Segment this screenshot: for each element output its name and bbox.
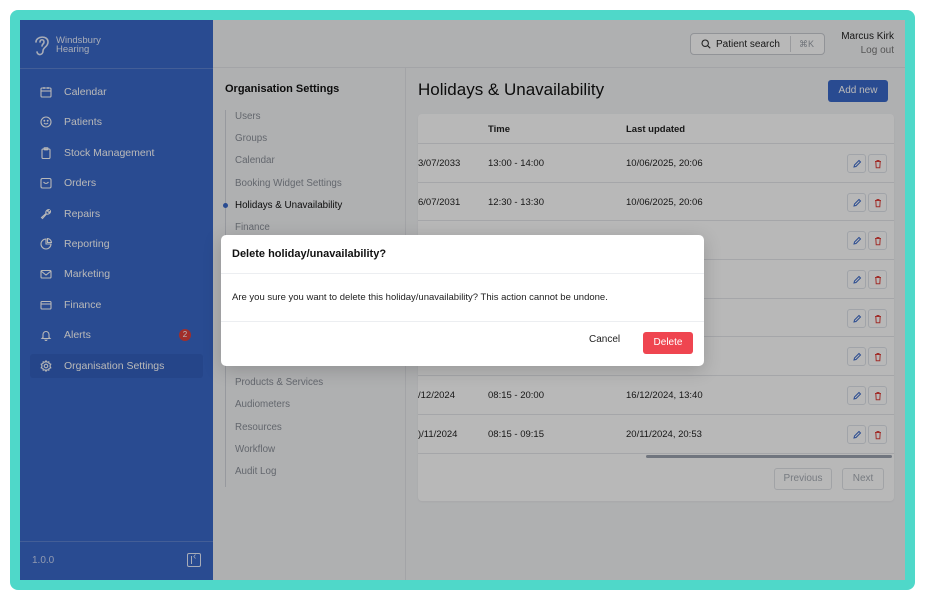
dialog-title: Delete holiday/unavailability? [232, 248, 387, 260]
dialog-message: Are you sure you want to delete this hol… [232, 292, 608, 303]
delete-confirm-dialog: Delete holiday/unavailability? Are you s… [221, 235, 704, 366]
dialog-divider [221, 321, 704, 322]
dialog-divider [221, 273, 704, 274]
cancel-button[interactable]: Cancel [589, 334, 620, 345]
delete-button[interactable]: Delete [643, 332, 693, 354]
app-window: Windsbury Hearing Calendar Patients Stoc… [20, 20, 905, 580]
